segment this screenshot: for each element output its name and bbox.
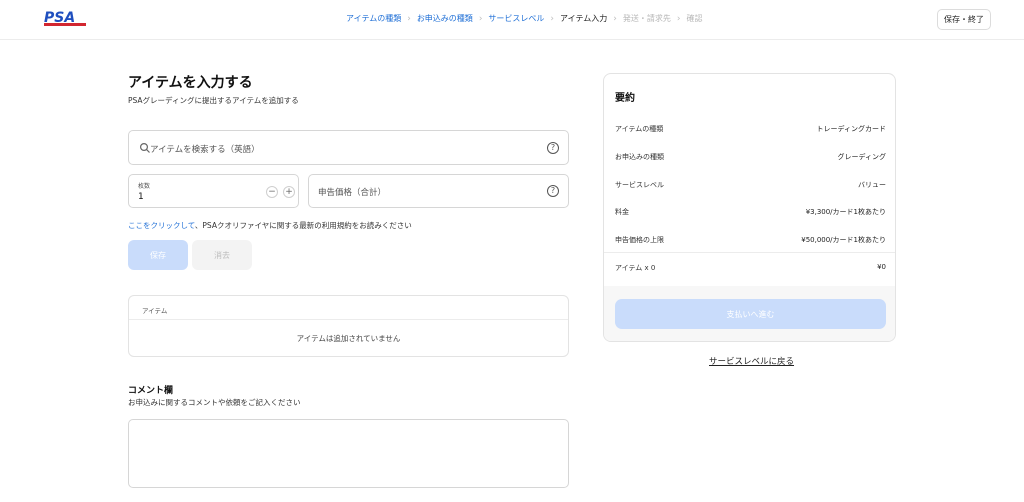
summary-value: トレーディングカード <box>816 125 886 133</box>
terms-link[interactable]: ここをクリックして <box>128 221 195 230</box>
step-service-level[interactable]: サービスレベル <box>488 13 544 24</box>
back-to-service-level-link[interactable]: サービスレベルに戻る <box>709 355 794 367</box>
save-exit-button[interactable]: 保存・終了 <box>937 9 991 30</box>
summary-label: アイテムの種類 <box>615 125 664 133</box>
items-empty-message: アイテムは追加されていません <box>296 334 401 343</box>
step-shipping-billing: 発送・請求先 <box>622 14 671 23</box>
items-table: アイテム アイテムは追加されていません <box>128 295 569 357</box>
search-placeholder: アイテムを検索する（英語） <box>150 145 260 155</box>
terms-notice: ここをクリックして、PSAクオリファイヤに関する最新の利用規約をお読みください <box>128 220 412 231</box>
step-item-entry: アイテム入力 <box>560 14 608 23</box>
proceed-to-payment-button[interactable]: 支払いへ進む <box>615 299 886 329</box>
plus-icon[interactable]: + <box>283 186 295 198</box>
quantity-label: 枚数 <box>138 183 151 190</box>
step-item-type[interactable]: アイテムの種類 <box>346 13 401 24</box>
clear-button[interactable]: 消去 <box>192 240 252 270</box>
progress-steps: アイテムの種類 › お申込みの種類 › サービスレベル › アイテム入力 › 発… <box>346 13 702 24</box>
summary-label: 料金 <box>615 208 629 216</box>
summary-label: サービスレベル <box>615 181 664 189</box>
summary-footer: 支払いへ進む <box>604 286 895 341</box>
top-bar: PSA アイテムの種類 › お申込みの種類 › サービスレベル › アイテム入力… <box>0 0 1024 40</box>
summary-value: ¥0 <box>877 263 886 271</box>
logo-text: PSA <box>44 10 75 26</box>
help-icon[interactable]: ? <box>547 142 559 154</box>
psa-logo[interactable]: PSA <box>42 9 88 29</box>
page-title: アイテムを入力する <box>128 75 253 91</box>
summary-title: 要約 <box>615 93 635 104</box>
chevron-right-icon: › <box>613 13 617 24</box>
summary-label: 申告価格の上限 <box>615 236 664 244</box>
summary-value: ¥3,300/カード1枚あたり <box>805 208 886 216</box>
chevron-right-icon: › <box>676 13 681 24</box>
chevron-right-icon: › <box>550 13 555 24</box>
summary-label: お申込みの種類 <box>615 153 664 161</box>
step-confirm: 確認 <box>686 14 703 23</box>
chevron-right-icon: › <box>407 13 411 24</box>
summary-value: ¥50,000/カード1枚あたり <box>801 236 886 244</box>
summary-value: バリュー <box>858 181 886 189</box>
step-application-type[interactable]: お申込みの種類 <box>417 13 473 24</box>
terms-text: 、PSAクオリファイヤに関する最新の利用規約をお読みください <box>194 221 412 230</box>
item-search-input[interactable]: アイテムを検索する（英語） ? <box>128 130 569 165</box>
declared-price-input[interactable]: 申告価格（合計） ? <box>308 174 569 208</box>
chevron-right-icon: › <box>478 13 483 24</box>
quantity-value[interactable]: 1 <box>138 192 144 202</box>
quantity-stepper[interactable]: 枚数 1 − + <box>128 174 299 208</box>
comment-title: コメント欄 <box>128 386 174 396</box>
save-item-button[interactable]: 保存 <box>128 240 188 270</box>
divider <box>604 252 895 253</box>
price-placeholder: 申告価格（合計） <box>318 188 387 198</box>
page-subtitle: PSAグレーディングに提出するアイテムを追加する <box>128 96 299 105</box>
comment-subtitle: お申込みに関するコメントや依頼をご記入ください <box>128 398 301 407</box>
items-table-header: アイテム <box>129 296 568 320</box>
summary-panel: 要約 アイテムの種類 トレーディングカード お申込みの種類 グレーディング サー… <box>603 73 896 342</box>
summary-value: グレーディング <box>837 153 886 161</box>
minus-icon[interactable]: − <box>266 186 278 198</box>
comment-textarea[interactable] <box>128 419 569 488</box>
help-icon[interactable]: ? <box>547 185 559 197</box>
summary-label: アイテム x 0 <box>615 264 656 272</box>
